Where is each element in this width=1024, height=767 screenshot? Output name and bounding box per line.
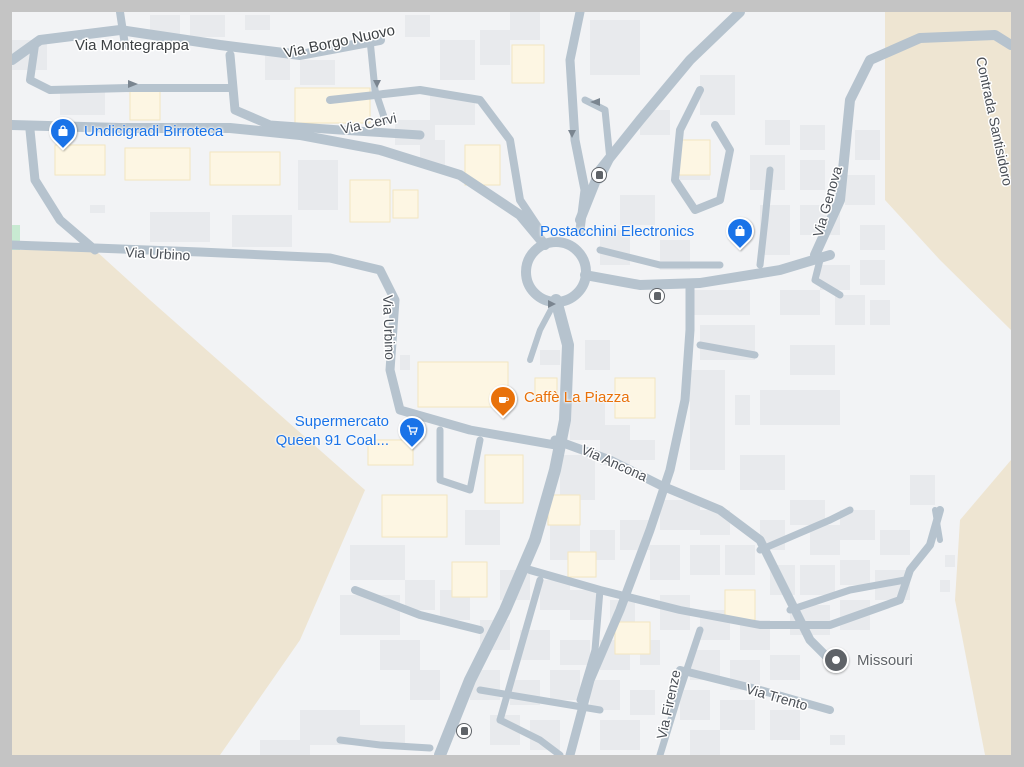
poi-label[interactable]: Undicigradi Birroteca: [84, 122, 223, 141]
poi-label[interactable]: Caffè La Piazza: [524, 388, 630, 407]
bus-stop-icon[interactable]: [591, 167, 607, 183]
map-canvas[interactable]: Via Montegrappa Via Borgo Nuovo Via Cerv…: [12, 12, 1011, 755]
poi-label[interactable]: Missouri: [857, 651, 913, 670]
bus-stop-icon[interactable]: [456, 723, 472, 739]
bus-stop-icon[interactable]: [649, 288, 665, 304]
poi-label[interactable]: Supermercato Queen 91 Coal...: [266, 412, 389, 450]
street-label: Via Urbino: [380, 295, 398, 361]
poi-label[interactable]: Postacchini Electronics: [540, 222, 694, 241]
location-dot-icon[interactable]: [823, 647, 849, 673]
street-label: Via Urbino: [125, 244, 191, 263]
street-label: Via Borgo Nuovo: [282, 22, 396, 62]
poi-label-line: Supermercato: [294, 413, 389, 430]
poi-label-line: Queen 91 Coal...: [275, 432, 389, 449]
street-label: Via Montegrappa: [75, 37, 190, 54]
park-area: [12, 250, 365, 755]
